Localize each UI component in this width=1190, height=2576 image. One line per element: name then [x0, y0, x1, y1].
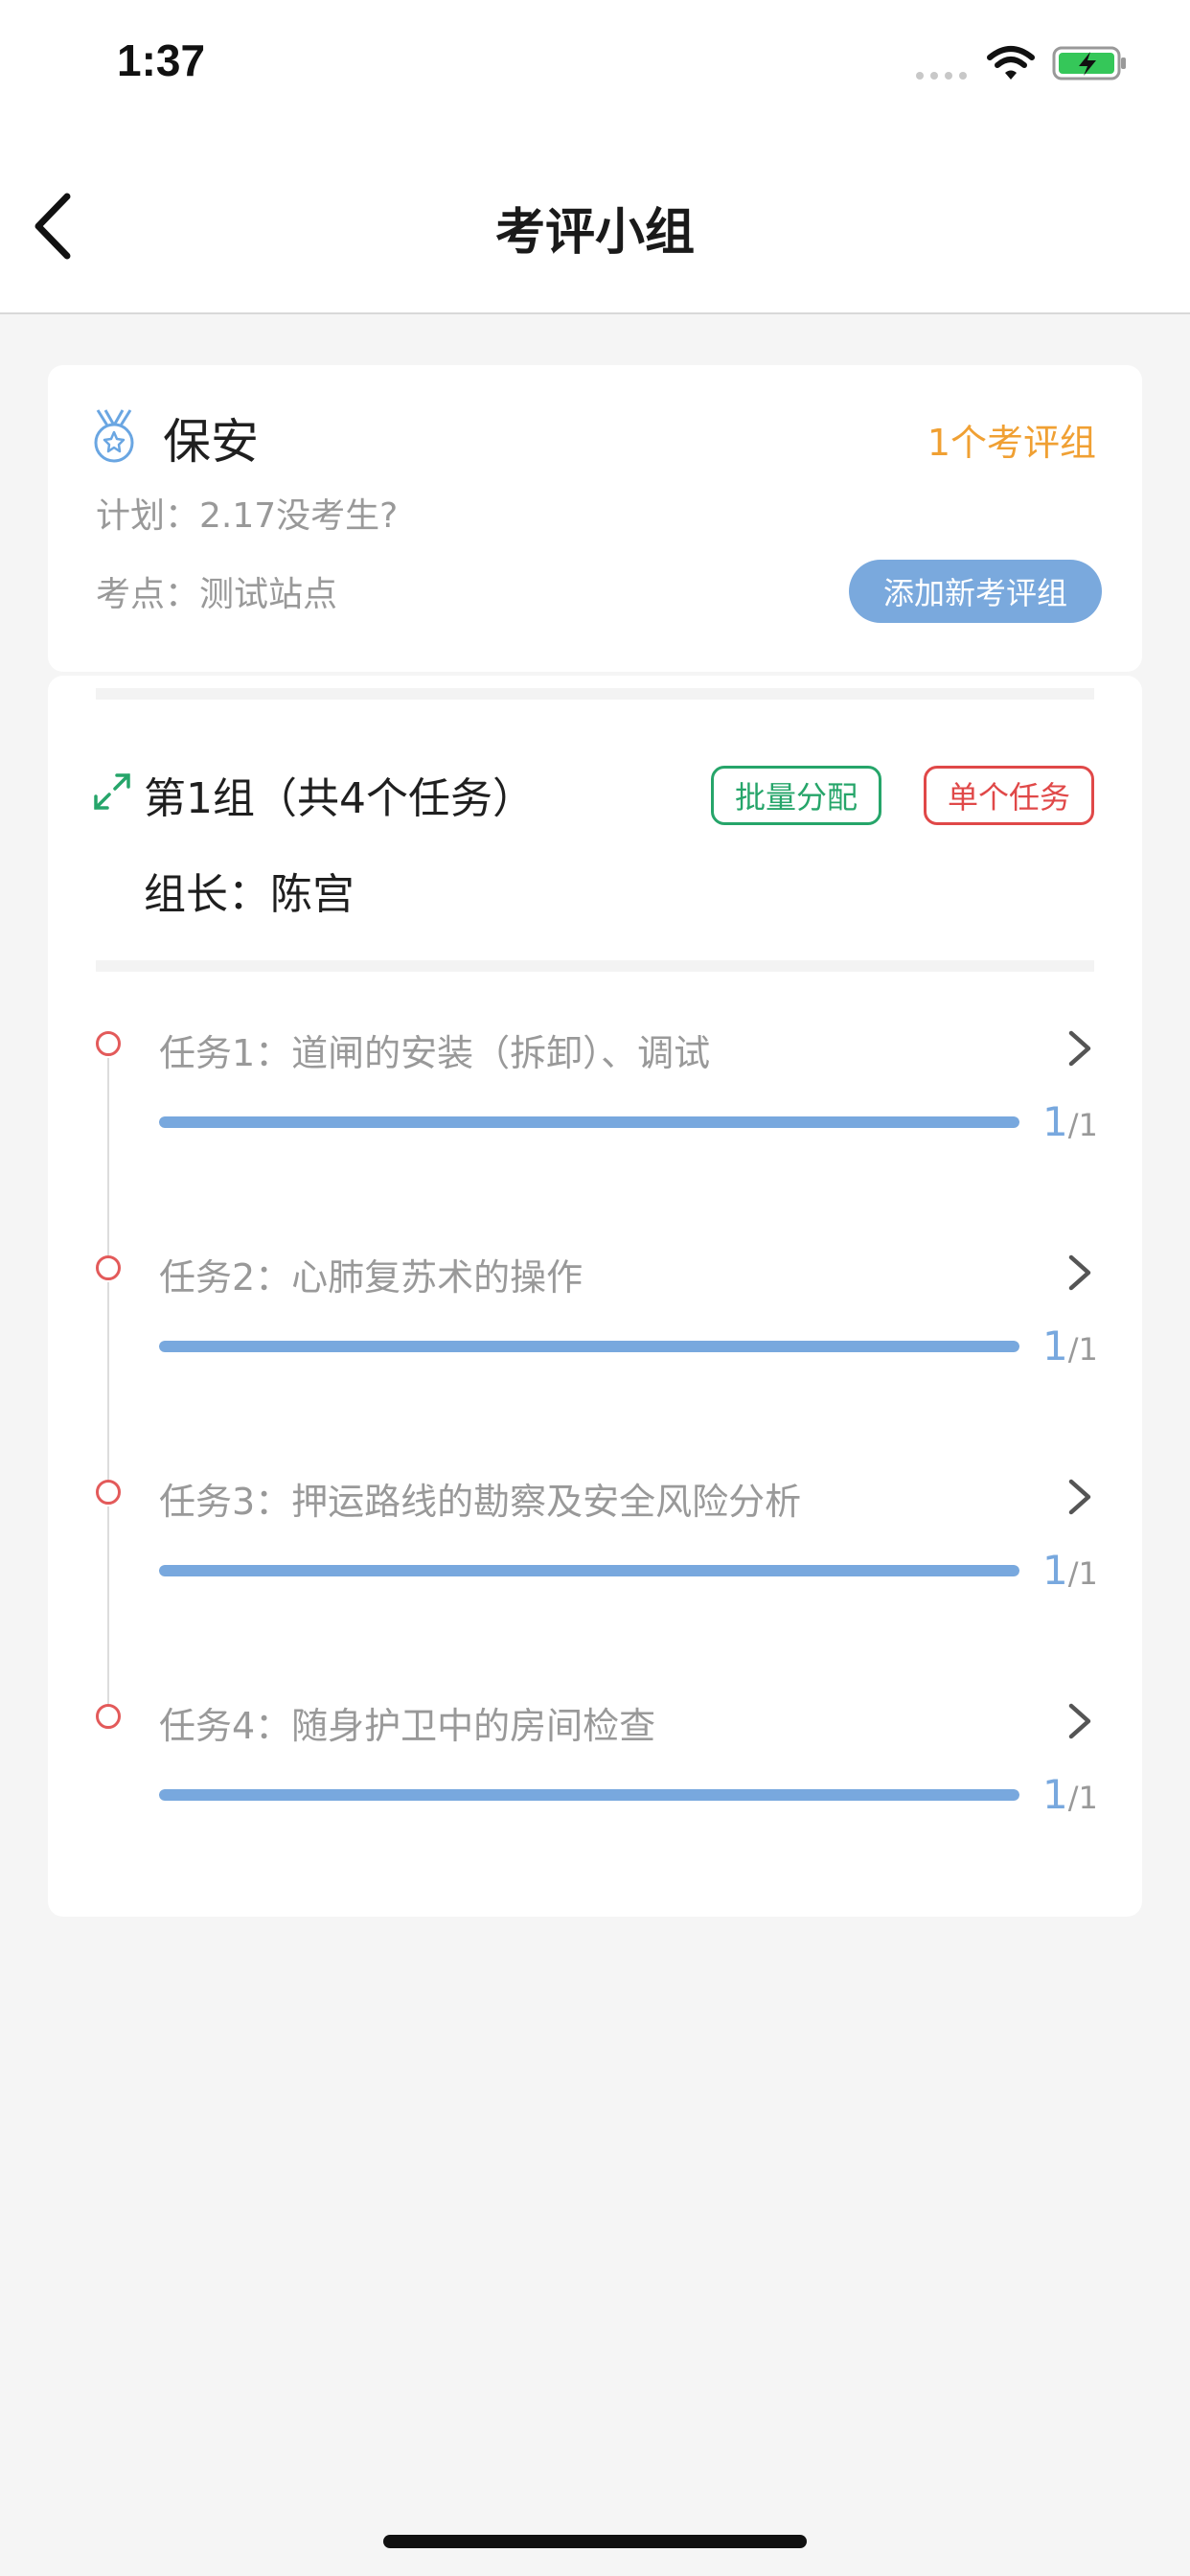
chevron-right-icon: [1068, 1030, 1091, 1067]
group-count: 1个考评组: [927, 422, 1096, 464]
batch-assign-button[interactable]: 批量分配: [711, 766, 881, 825]
page-title: 考评小组: [494, 204, 695, 262]
task-progress-bar: [159, 1789, 1019, 1801]
progress-done: 1: [1042, 1547, 1068, 1594]
progress-done: 1: [1042, 1322, 1068, 1369]
task-item[interactable]: 任务4：随身护卫中的房间检查 1/1: [48, 1703, 1142, 1928]
task-progress-fill: [159, 1341, 1019, 1352]
timeline-line: [107, 1506, 109, 1704]
task-progress-fill: [159, 1565, 1019, 1576]
task-progress-text: 1/1: [1042, 1771, 1098, 1818]
task-item[interactable]: 任务1：道闸的安装（拆卸）、调试 1/1: [48, 1030, 1142, 1255]
timeline-line: [107, 1058, 109, 1255]
task-progress-bar: [159, 1341, 1019, 1352]
task-progress-fill: [159, 1789, 1019, 1801]
progress-slash: /: [1067, 1331, 1079, 1368]
progress-slash: /: [1067, 1780, 1079, 1816]
progress-done: 1: [1042, 1098, 1068, 1145]
task-status-dot: [96, 1480, 121, 1505]
task-progress-bar: [159, 1565, 1019, 1576]
task-status-dot: [96, 1704, 121, 1729]
task-item[interactable]: 任务3：押运路线的勘察及安全风险分析 1/1: [48, 1479, 1142, 1704]
add-group-button[interactable]: 添加新考评组: [849, 560, 1102, 623]
medal-icon: [94, 409, 134, 463]
progress-total: 1: [1078, 1555, 1098, 1592]
group-card: 第1组（共4个任务） 批量分配 单个任务 组长：陈宫 任务1：道闸的安装（拆卸）…: [48, 676, 1142, 1917]
home-indicator: [383, 2535, 807, 2548]
single-task-button[interactable]: 单个任务: [924, 766, 1094, 825]
divider: [96, 688, 1094, 700]
exam-title: 保安: [163, 414, 259, 470]
exam-header-card: 保安 1个考评组 计划：2.17没考生? 考点：测试站点 添加新考评组: [48, 365, 1142, 672]
progress-slash: /: [1067, 1555, 1079, 1592]
task-progress-text: 1/1: [1042, 1547, 1098, 1594]
task-name: 任务1：道闸的安装（拆卸）、调试: [159, 1032, 711, 1074]
signal-dots-icon: [916, 72, 967, 80]
divider: [96, 960, 1094, 972]
top-bar: 1:37 考评小组: [0, 0, 1190, 314]
wifi-icon: [987, 46, 1035, 80]
task-item[interactable]: 任务2：心肺复苏术的操作 1/1: [48, 1254, 1142, 1480]
chevron-right-icon: [1068, 1479, 1091, 1515]
progress-done: 1: [1042, 1771, 1068, 1818]
task-progress-text: 1/1: [1042, 1322, 1098, 1369]
timeline-line: [107, 1282, 109, 1480]
status-time: 1:37: [117, 35, 206, 85]
task-status-dot: [96, 1255, 121, 1280]
battery-charging-icon: [1052, 46, 1126, 80]
task-name: 任务4：随身护卫中的房间检查: [159, 1705, 656, 1747]
expand-icon[interactable]: [92, 771, 132, 812]
task-progress-fill: [159, 1116, 1019, 1128]
group-title: 第1组（共4个任务）: [144, 774, 535, 823]
chevron-right-icon: [1068, 1703, 1091, 1739]
task-name: 任务2：心肺复苏术的操作: [159, 1256, 584, 1299]
progress-total: 1: [1078, 1107, 1098, 1143]
task-status-dot: [96, 1031, 121, 1056]
group-leader: 组长：陈宫: [144, 870, 355, 919]
task-progress-bar: [159, 1116, 1019, 1128]
progress-slash: /: [1067, 1107, 1079, 1143]
task-name: 任务3：押运路线的勘察及安全风险分析: [159, 1481, 802, 1523]
progress-total: 1: [1078, 1331, 1098, 1368]
task-progress-text: 1/1: [1042, 1098, 1098, 1145]
plan-label: 计划：2.17没考生?: [96, 496, 399, 536]
chevron-right-icon: [1068, 1254, 1091, 1291]
site-label: 考点：测试站点: [96, 575, 338, 614]
progress-total: 1: [1078, 1780, 1098, 1816]
